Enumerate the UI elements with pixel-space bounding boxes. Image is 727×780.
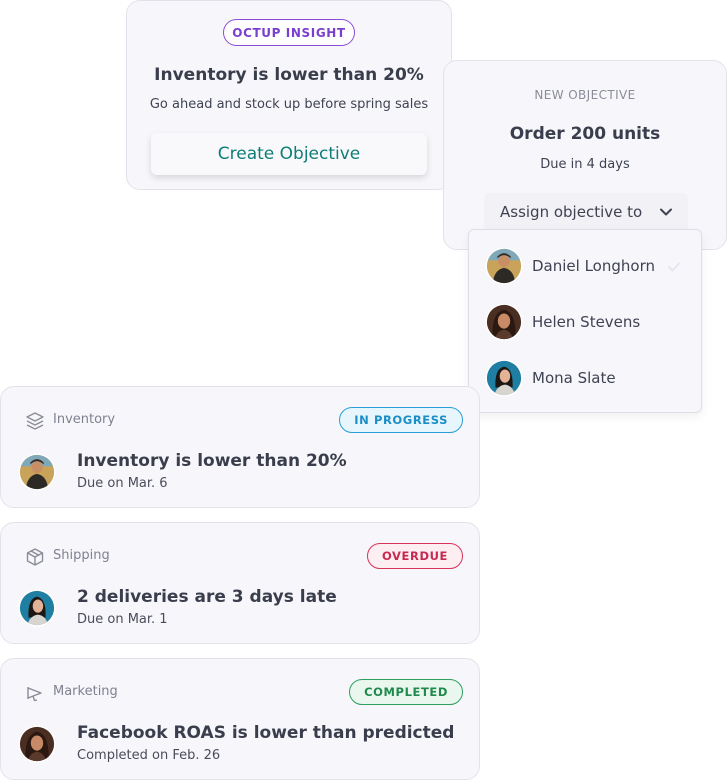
megaphone-icon [25, 683, 45, 703]
assignee-option-helen[interactable]: Helen Stevens [469, 294, 701, 350]
task-title: Inventory is lower than 20% [77, 451, 347, 471]
assign-select-label: Assign objective to [500, 203, 643, 221]
task-card-inventory[interactable]: Inventory IN PROGRESS Inventory is lower… [0, 386, 480, 508]
assignee-name: Mona Slate [532, 369, 616, 387]
assignee-dropdown: Daniel Longhorn Helen Stevens Mona Slate [468, 229, 702, 413]
assign-objective-select[interactable]: Assign objective to [484, 193, 688, 231]
objective-due: Due in 4 days [540, 157, 630, 172]
task-due: Due on Mar. 1 [77, 612, 168, 627]
assignee-name: Helen Stevens [532, 313, 641, 331]
insight-badge: OCTUP INSIGHT [223, 19, 355, 46]
task-category: Inventory [53, 412, 116, 427]
avatar [18, 725, 56, 763]
new-objective-label: NEW OBJECTIVE [534, 88, 636, 102]
layers-icon [25, 411, 45, 431]
status-badge: COMPLETED [349, 679, 463, 705]
status-badge: OVERDUE [366, 543, 463, 569]
avatar [485, 247, 523, 285]
avatar [485, 359, 523, 397]
status-badge: IN PROGRESS [339, 407, 463, 433]
create-objective-button[interactable]: Create Objective [151, 133, 427, 175]
new-objective-card: NEW OBJECTIVE Order 200 units Due in 4 d… [443, 60, 727, 250]
task-title: Facebook ROAS is lower than predicted [77, 723, 455, 743]
insight-title: Inventory is lower than 20% [154, 65, 424, 85]
avatar [485, 303, 523, 341]
check-icon [667, 259, 681, 273]
avatar [18, 453, 56, 491]
chevron-down-icon [658, 204, 674, 220]
insight-subtitle: Go ahead and stock up before spring sale… [149, 97, 429, 112]
assignee-name: Daniel Longhorn [532, 257, 655, 275]
task-category: Marketing [53, 684, 118, 699]
objective-title: Order 200 units [509, 124, 661, 144]
avatar [18, 589, 56, 627]
task-card-shipping[interactable]: Shipping OVERDUE 2 deliveries are 3 days… [0, 522, 480, 644]
task-completed-date: Completed on Feb. 26 [77, 748, 221, 763]
box-icon [25, 547, 45, 567]
task-due: Due on Mar. 6 [77, 476, 168, 491]
insight-card: OCTUP INSIGHT Inventory is lower than 20… [126, 0, 452, 190]
assignee-option-mona[interactable]: Mona Slate [469, 350, 701, 406]
assignee-option-daniel[interactable]: Daniel Longhorn [469, 238, 701, 294]
task-title: 2 deliveries are 3 days late [77, 587, 337, 607]
task-card-marketing[interactable]: Marketing COMPLETED Facebook ROAS is low… [0, 658, 480, 780]
task-category: Shipping [53, 548, 110, 563]
